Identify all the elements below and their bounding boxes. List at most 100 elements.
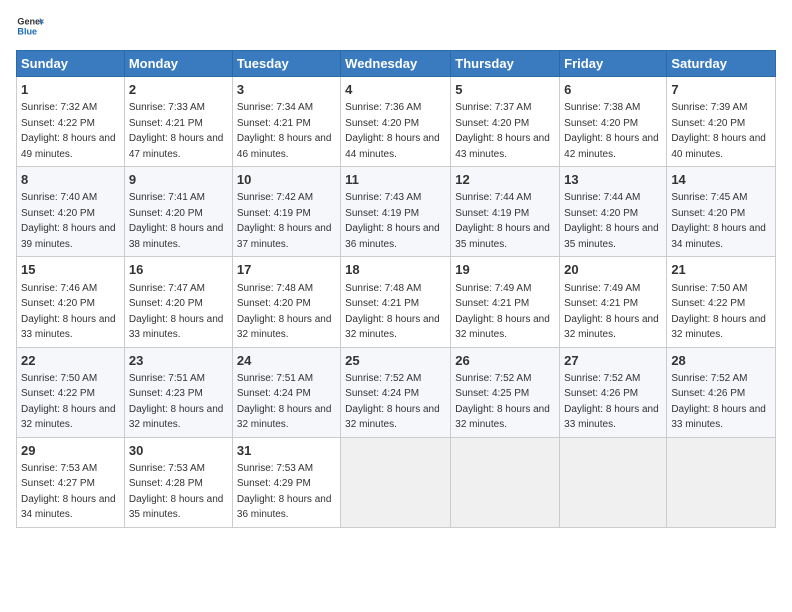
weekday-header-thursday: Thursday — [451, 51, 560, 77]
calendar-week-5: 29 Sunrise: 7:53 AMSunset: 4:27 PMDayligh… — [17, 437, 776, 527]
calendar-cell: 18 Sunrise: 7:48 AMSunset: 4:21 PMDayligh… — [341, 257, 451, 347]
day-info: Sunrise: 7:41 AMSunset: 4:20 PMDaylight:… — [129, 192, 224, 250]
calendar-cell: 6Sunrise: 7:38 AMSunset: 4:20 PMDaylight… — [560, 77, 667, 167]
calendar-week-4: 22Sunrise: 7:50 AMSunset: 4:22 PMDayligh… — [17, 347, 776, 437]
header: General Blue — [16, 12, 776, 40]
day-info: Sunrise: 7:49 AMSunset: 4:21 PMDaylight:… — [455, 283, 550, 341]
calendar-table: SundayMondayTuesdayWednesdayThursdayFrid… — [16, 50, 776, 528]
day-info: Sunrise: 7:49 AMSunset: 4:21 PMDaylight:… — [564, 283, 659, 341]
day-info: Sunrise: 7:53 AMSunset: 4:29 PMDaylight:… — [237, 463, 332, 521]
day-info: Sunrise: 7:37 AMSunset: 4:20 PMDaylight:… — [455, 102, 550, 160]
calendar-cell: 16 Sunrise: 7:47 AMSunset: 4:20 PMDayligh… — [124, 257, 232, 347]
calendar-cell: 14 Sunrise: 7:45 AMSunset: 4:20 PMDayligh… — [667, 167, 776, 257]
day-info: Sunrise: 7:34 AMSunset: 4:21 PMDaylight:… — [237, 102, 332, 160]
day-number: 7 — [671, 81, 771, 99]
weekday-header-wednesday: Wednesday — [341, 51, 451, 77]
calendar-cell: 13 Sunrise: 7:44 AMSunset: 4:20 PMDayligh… — [560, 167, 667, 257]
day-number: 15 — [21, 261, 120, 279]
calendar-cell: 19 Sunrise: 7:49 AMSunset: 4:21 PMDayligh… — [451, 257, 560, 347]
day-info: Sunrise: 7:51 AMSunset: 4:24 PMDaylight:… — [237, 373, 332, 431]
calendar-cell: 11 Sunrise: 7:43 AMSunset: 4:19 PMDayligh… — [341, 167, 451, 257]
day-number: 6 — [564, 81, 662, 99]
day-info: Sunrise: 7:39 AMSunset: 4:20 PMDaylight:… — [671, 102, 766, 160]
day-number: 17 — [237, 261, 336, 279]
calendar-week-3: 15 Sunrise: 7:46 AMSunset: 4:20 PMDayligh… — [17, 257, 776, 347]
weekday-header-saturday: Saturday — [667, 51, 776, 77]
calendar-cell: 27 Sunrise: 7:52 AMSunset: 4:26 PMDayligh… — [560, 347, 667, 437]
day-number: 18 — [345, 261, 446, 279]
calendar-cell: 29 Sunrise: 7:53 AMSunset: 4:27 PMDayligh… — [17, 437, 125, 527]
day-info: Sunrise: 7:33 AMSunset: 4:21 PMDaylight:… — [129, 102, 224, 160]
day-number: 29 — [21, 442, 120, 460]
day-number: 16 — [129, 261, 228, 279]
day-info: Sunrise: 7:43 AMSunset: 4:19 PMDaylight:… — [345, 192, 440, 250]
page-container: General Blue SundayMondayTuesdayWednesda… — [0, 0, 792, 536]
day-info: Sunrise: 7:53 AMSunset: 4:28 PMDaylight:… — [129, 463, 224, 521]
calendar-cell: 5 Sunrise: 7:37 AMSunset: 4:20 PMDaylight… — [451, 77, 560, 167]
day-number: 22 — [21, 352, 120, 370]
calendar-cell: 20 Sunrise: 7:49 AMSunset: 4:21 PMDayligh… — [560, 257, 667, 347]
calendar-cell: 28 Sunrise: 7:52 AMSunset: 4:26 PMDayligh… — [667, 347, 776, 437]
calendar-cell: 24 Sunrise: 7:51 AMSunset: 4:24 PMDayligh… — [232, 347, 340, 437]
calendar-cell — [341, 437, 451, 527]
calendar-cell: 23Sunrise: 7:51 AMSunset: 4:23 PMDayligh… — [124, 347, 232, 437]
calendar-cell: 4Sunrise: 7:36 AMSunset: 4:20 PMDaylight… — [341, 77, 451, 167]
day-number: 31 — [237, 442, 336, 460]
calendar-week-1: 1 Sunrise: 7:32 AMSunset: 4:22 PMDaylight… — [17, 77, 776, 167]
day-info: Sunrise: 7:47 AMSunset: 4:20 PMDaylight:… — [129, 283, 224, 341]
day-info: Sunrise: 7:52 AMSunset: 4:26 PMDaylight:… — [671, 373, 766, 431]
logo: General Blue — [16, 12, 44, 40]
day-info: Sunrise: 7:44 AMSunset: 4:20 PMDaylight:… — [564, 192, 659, 250]
calendar-cell: 9 Sunrise: 7:41 AMSunset: 4:20 PMDaylight… — [124, 167, 232, 257]
day-number: 14 — [671, 171, 771, 189]
calendar-cell: 25Sunrise: 7:52 AMSunset: 4:24 PMDayligh… — [341, 347, 451, 437]
calendar-cell: 30 Sunrise: 7:53 AMSunset: 4:28 PMDayligh… — [124, 437, 232, 527]
day-info: Sunrise: 7:51 AMSunset: 4:23 PMDaylight:… — [129, 373, 224, 431]
calendar-cell: 10Sunrise: 7:42 AMSunset: 4:19 PMDayligh… — [232, 167, 340, 257]
day-number: 9 — [129, 171, 228, 189]
day-info: Sunrise: 7:32 AMSunset: 4:22 PMDaylight:… — [21, 102, 116, 160]
day-info: Sunrise: 7:48 AMSunset: 4:20 PMDaylight:… — [237, 283, 332, 341]
day-number: 24 — [237, 352, 336, 370]
day-number: 27 — [564, 352, 662, 370]
day-number: 11 — [345, 171, 446, 189]
day-number: 19 — [455, 261, 555, 279]
calendar-cell: 17 Sunrise: 7:48 AMSunset: 4:20 PMDayligh… — [232, 257, 340, 347]
calendar-cell — [560, 437, 667, 527]
day-number: 3 — [237, 81, 336, 99]
day-number: 21 — [671, 261, 771, 279]
day-number: 5 — [455, 81, 555, 99]
day-info: Sunrise: 7:52 AMSunset: 4:25 PMDaylight:… — [455, 373, 550, 431]
calendar-cell — [451, 437, 560, 527]
calendar-cell: 3 Sunrise: 7:34 AMSunset: 4:21 PMDaylight… — [232, 77, 340, 167]
calendar-cell: 21Sunrise: 7:50 AMSunset: 4:22 PMDayligh… — [667, 257, 776, 347]
weekday-header-monday: Monday — [124, 51, 232, 77]
day-number: 30 — [129, 442, 228, 460]
day-info: Sunrise: 7:45 AMSunset: 4:20 PMDaylight:… — [671, 192, 766, 250]
day-number: 26 — [455, 352, 555, 370]
weekday-header-row: SundayMondayTuesdayWednesdayThursdayFrid… — [17, 51, 776, 77]
day-info: Sunrise: 7:44 AMSunset: 4:19 PMDaylight:… — [455, 192, 550, 250]
day-info: Sunrise: 7:53 AMSunset: 4:27 PMDaylight:… — [21, 463, 116, 521]
day-number: 1 — [21, 81, 120, 99]
calendar-cell: 22Sunrise: 7:50 AMSunset: 4:22 PMDayligh… — [17, 347, 125, 437]
calendar-cell: 2Sunrise: 7:33 AMSunset: 4:21 PMDaylight… — [124, 77, 232, 167]
calendar-cell: 12Sunrise: 7:44 AMSunset: 4:19 PMDayligh… — [451, 167, 560, 257]
day-info: Sunrise: 7:52 AMSunset: 4:24 PMDaylight:… — [345, 373, 440, 431]
day-info: Sunrise: 7:48 AMSunset: 4:21 PMDaylight:… — [345, 283, 440, 341]
day-info: Sunrise: 7:42 AMSunset: 4:19 PMDaylight:… — [237, 192, 332, 250]
weekday-header-tuesday: Tuesday — [232, 51, 340, 77]
logo-icon: General Blue — [16, 12, 44, 40]
calendar-cell: 26 Sunrise: 7:52 AMSunset: 4:25 PMDayligh… — [451, 347, 560, 437]
day-number: 28 — [671, 352, 771, 370]
day-info: Sunrise: 7:52 AMSunset: 4:26 PMDaylight:… — [564, 373, 659, 431]
calendar-cell: 15 Sunrise: 7:46 AMSunset: 4:20 PMDayligh… — [17, 257, 125, 347]
calendar-cell: 7 Sunrise: 7:39 AMSunset: 4:20 PMDaylight… — [667, 77, 776, 167]
calendar-cell: 31 Sunrise: 7:53 AMSunset: 4:29 PMDayligh… — [232, 437, 340, 527]
svg-text:Blue: Blue — [17, 26, 37, 36]
calendar-cell — [667, 437, 776, 527]
day-info: Sunrise: 7:46 AMSunset: 4:20 PMDaylight:… — [21, 283, 116, 341]
calendar-week-2: 8Sunrise: 7:40 AMSunset: 4:20 PMDaylight… — [17, 167, 776, 257]
day-number: 13 — [564, 171, 662, 189]
day-number: 20 — [564, 261, 662, 279]
